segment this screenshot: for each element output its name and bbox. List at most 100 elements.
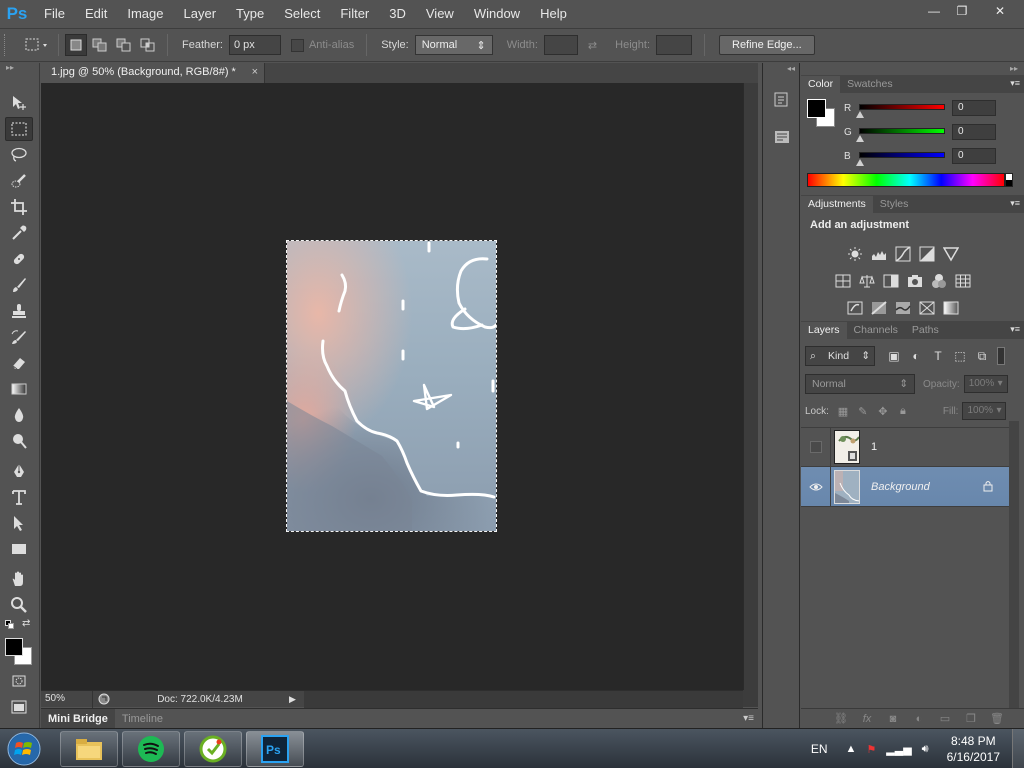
properties-panel-button[interactable] — [770, 125, 794, 149]
new-adjustment-layer-icon[interactable]: ◐ — [906, 713, 932, 725]
red-value-input[interactable]: 0 — [952, 100, 996, 116]
levels-button[interactable] — [870, 245, 888, 263]
restore-button[interactable]: ❐ — [948, 0, 976, 22]
menu-select[interactable]: Select — [274, 0, 330, 28]
quick-selection-tool[interactable] — [5, 169, 33, 193]
layer-style-icon[interactable]: fx — [854, 713, 880, 725]
channel-mixer-button[interactable] — [930, 272, 948, 290]
menu-filter[interactable]: Filter — [330, 0, 379, 28]
lock-position-icon[interactable]: ✥ — [873, 405, 893, 418]
default-colors-icon[interactable] — [5, 620, 15, 630]
menu-type[interactable]: Type — [226, 0, 274, 28]
green-slider-knob[interactable] — [856, 135, 864, 142]
options-grip[interactable] — [4, 34, 12, 56]
color-lookup-button[interactable] — [954, 272, 972, 290]
close-tab-icon[interactable]: × — [252, 66, 258, 78]
delete-layer-icon[interactable]: 🗑︎ — [984, 712, 1010, 725]
taskbar-green-app[interactable] — [184, 731, 242, 767]
red-slider-knob[interactable] — [856, 111, 864, 118]
layer-row-background[interactable]: Background — [801, 466, 1009, 507]
black-white-button[interactable] — [882, 272, 900, 290]
pixel-filter-icon[interactable]: ▣ — [883, 346, 905, 366]
hand-tool[interactable] — [5, 567, 33, 591]
layer-name[interactable]: Background — [871, 481, 930, 493]
invert-button[interactable] — [846, 299, 864, 317]
status-icon[interactable] — [93, 693, 115, 705]
lock-transparent-icon[interactable]: ▦ — [833, 405, 853, 418]
document-tab[interactable]: 1.jpg @ 50% (Background, RGB/8#) * × — [41, 63, 265, 83]
tab-color[interactable]: Color — [801, 76, 841, 93]
history-brush-tool[interactable] — [5, 325, 33, 349]
add-selection-button[interactable] — [89, 34, 111, 56]
menu-file[interactable]: File — [34, 0, 75, 28]
layer-locked-icon[interactable] — [983, 480, 993, 495]
feather-input[interactable]: 0 px — [228, 35, 281, 55]
photo-filter-button[interactable] — [906, 272, 924, 290]
tab-mini-bridge[interactable]: Mini Bridge — [41, 708, 115, 729]
status-menu-arrow-icon[interactable]: ▶ — [289, 694, 296, 705]
dodge-tool[interactable] — [5, 429, 33, 453]
collapse-panels-icon[interactable]: ▸▸ — [801, 63, 1024, 75]
eraser-tool[interactable] — [5, 351, 33, 375]
lock-pixels-icon[interactable]: ✎ — [853, 405, 873, 418]
smart-object-filter-icon[interactable]: ⧉ — [971, 346, 993, 366]
blue-value-input[interactable]: 0 — [952, 148, 996, 164]
fill-input[interactable]: 100% ▾ — [962, 402, 1007, 420]
layer-visibility-toggle[interactable] — [801, 427, 831, 467]
tab-styles[interactable]: Styles — [873, 196, 916, 213]
tab-adjustments[interactable]: Adjustments — [801, 196, 873, 213]
quick-mask-button[interactable] — [5, 669, 33, 693]
show-desktop-button[interactable] — [1012, 729, 1024, 768]
network-error-icon[interactable]: ⚑ — [866, 743, 876, 756]
foreground-color-swatch[interactable] — [807, 99, 826, 118]
vertical-scrollbar[interactable] — [743, 83, 758, 690]
blend-mode-select[interactable]: Normal ⇕ — [805, 374, 915, 394]
swap-colors-icon[interactable]: ⇄ — [22, 618, 30, 629]
new-selection-button[interactable] — [65, 34, 87, 56]
type-tool[interactable] — [5, 485, 33, 509]
refine-edge-button[interactable]: Refine Edge... — [719, 35, 815, 55]
blue-slider-knob[interactable] — [856, 159, 864, 166]
menu-help[interactable]: Help — [530, 0, 577, 28]
black-white-ramp[interactable] — [1005, 173, 1013, 187]
adjustment-filter-icon[interactable]: ◐ — [905, 346, 927, 366]
green-slider[interactable]: G 0 — [844, 124, 1019, 144]
taskbar-spotify[interactable] — [122, 731, 180, 767]
signal-icon[interactable]: ▂▃▅ — [886, 743, 911, 756]
width-input[interactable] — [543, 35, 578, 55]
subtract-selection-button[interactable] — [113, 34, 135, 56]
intersect-selection-button[interactable] — [137, 34, 159, 56]
language-indicator[interactable]: EN — [811, 742, 828, 756]
panel-menu-icon[interactable]: ▾≡ — [743, 713, 754, 724]
taskbar-photoshop[interactable]: Ps — [246, 731, 304, 767]
clock[interactable]: 8:48 PM 6/16/2017 — [947, 733, 1000, 765]
healing-brush-tool[interactable] — [5, 247, 33, 271]
new-group-icon[interactable]: ▭ — [932, 712, 958, 725]
posterize-button[interactable] — [870, 299, 888, 317]
hue-saturation-button[interactable] — [834, 272, 852, 290]
crop-tool[interactable] — [5, 195, 33, 219]
filter-toggle[interactable] — [997, 347, 1005, 365]
add-mask-icon[interactable]: ◙ — [880, 713, 906, 725]
zoom-tool[interactable] — [5, 593, 33, 617]
link-layers-icon[interactable]: ⛓︎ — [828, 712, 854, 725]
blue-gradient[interactable] — [859, 152, 945, 158]
curves-button[interactable] — [894, 245, 912, 263]
tab-layers[interactable]: Layers — [801, 322, 847, 339]
minimize-button[interactable]: — — [920, 0, 948, 22]
layer-row-1[interactable]: 1 — [801, 427, 1009, 467]
tab-channels[interactable]: Channels — [847, 322, 905, 339]
panel-menu-icon[interactable]: ▾≡ — [1010, 78, 1020, 89]
gradient-map-button[interactable] — [942, 299, 960, 317]
menu-edit[interactable]: Edit — [75, 0, 117, 28]
layer-name[interactable]: 1 — [871, 441, 877, 453]
vibrance-button[interactable] — [942, 245, 960, 263]
taskbar-file-explorer[interactable] — [60, 731, 118, 767]
new-layer-icon[interactable]: ❐ — [958, 712, 984, 725]
style-select[interactable]: Normal ⇕ — [414, 35, 493, 55]
antialias-checkbox[interactable] — [290, 38, 304, 52]
green-value-input[interactable]: 0 — [952, 124, 996, 140]
tab-paths[interactable]: Paths — [905, 322, 946, 339]
shape-filter-icon[interactable]: ⬚ — [949, 346, 971, 366]
color-spectrum[interactable] — [807, 173, 1005, 187]
